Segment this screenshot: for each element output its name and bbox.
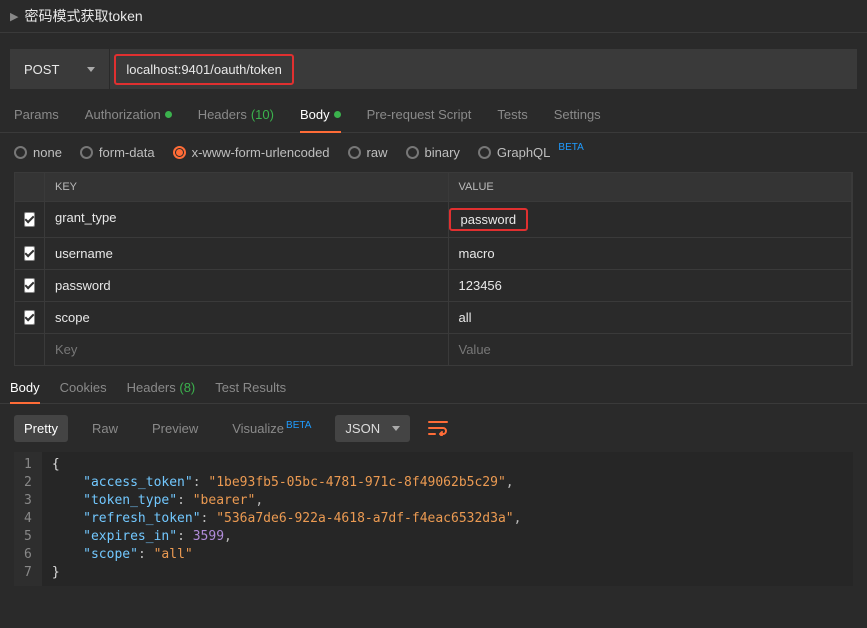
response-tabs: Body Cookies Headers (8) Test Results — [0, 366, 867, 404]
kv-value[interactable]: 123456 — [449, 270, 853, 301]
tab-body[interactable]: Body — [300, 107, 341, 132]
kv-head-key: KEY — [45, 173, 449, 201]
method-selector[interactable]: POST — [10, 49, 110, 89]
pretty-button[interactable]: Pretty — [14, 415, 68, 442]
kv-key[interactable]: grant_type — [45, 202, 449, 237]
kv-key[interactable]: username — [45, 238, 449, 269]
chevron-down-icon — [87, 67, 95, 72]
radio-urlencoded[interactable]: x-www-form-urlencoded — [173, 145, 330, 160]
response-toolbar: Pretty Raw Preview VisualizeBETA JSON — [0, 404, 867, 452]
tab-authorization[interactable]: Authorization — [85, 107, 172, 132]
radio-raw[interactable]: raw — [348, 145, 388, 160]
radio-graphql[interactable]: GraphQLBETA — [478, 145, 584, 160]
kv-value[interactable]: all — [449, 302, 853, 333]
kv-row-empty: Key Value — [15, 333, 852, 365]
kv-row: username macro — [15, 237, 852, 269]
chevron-down-icon — [392, 426, 400, 431]
caret-right-icon: ▶ — [10, 10, 18, 23]
kv-value[interactable]: macro — [449, 238, 853, 269]
request-subtabs: Params Authorization Headers (10) Body P… — [0, 89, 867, 133]
preview-button[interactable]: Preview — [142, 415, 208, 442]
kv-head-value: VALUE — [449, 173, 853, 201]
tab-title: 密码模式获取token — [24, 6, 142, 26]
kv-header: KEY VALUE — [15, 173, 852, 201]
kv-head-blank — [15, 173, 45, 201]
kv-key-placeholder[interactable]: Key — [45, 334, 449, 365]
resp-tab-cookies[interactable]: Cookies — [60, 380, 107, 403]
kv-table: KEY VALUE grant_type password username m… — [14, 172, 853, 366]
body-type-row: none form-data x-www-form-urlencoded raw… — [0, 133, 867, 172]
code-lines[interactable]: { "access_token": "1be93fb5-05bc-4781-97… — [42, 452, 532, 586]
check-icon — [25, 213, 35, 223]
check-icon — [25, 279, 35, 289]
format-selector[interactable]: JSON — [335, 415, 410, 442]
checkbox[interactable] — [24, 212, 35, 227]
tab-header: ▶ 密码模式获取token — [0, 0, 867, 33]
kv-row: scope all — [15, 301, 852, 333]
raw-button[interactable]: Raw — [82, 415, 128, 442]
resp-tab-body[interactable]: Body — [10, 380, 40, 403]
tab-params[interactable]: Params — [14, 107, 59, 132]
dot-icon — [165, 111, 172, 118]
checkbox[interactable] — [24, 278, 35, 293]
url-input[interactable]: localhost:9401/oauth/token — [110, 49, 857, 89]
method-label: POST — [24, 62, 59, 77]
tab-settings[interactable]: Settings — [554, 107, 601, 132]
response-body: 1234567 { "access_token": "1be93fb5-05bc… — [14, 452, 853, 586]
kv-row: grant_type password — [15, 201, 852, 237]
visualize-button[interactable]: VisualizeBETA — [222, 415, 321, 442]
line-gutter: 1234567 — [14, 452, 42, 586]
tab-tests[interactable]: Tests — [497, 107, 527, 132]
url-text: localhost:9401/oauth/token — [114, 54, 293, 85]
kv-value-placeholder[interactable]: Value — [449, 334, 853, 365]
kv-value[interactable]: password — [449, 202, 853, 237]
request-bar: POST localhost:9401/oauth/token — [10, 49, 857, 89]
dot-icon — [334, 111, 341, 118]
kv-key[interactable]: password — [45, 270, 449, 301]
radio-binary[interactable]: binary — [406, 145, 460, 160]
checkbox[interactable] — [24, 246, 35, 261]
wrap-lines-icon[interactable] — [424, 414, 452, 442]
radio-formdata[interactable]: form-data — [80, 145, 155, 160]
check-icon — [25, 247, 35, 257]
resp-tab-testresults[interactable]: Test Results — [215, 380, 286, 403]
resp-tab-headers[interactable]: Headers (8) — [127, 380, 196, 403]
tab-prerequest[interactable]: Pre-request Script — [367, 107, 472, 132]
kv-key[interactable]: scope — [45, 302, 449, 333]
check-icon — [25, 311, 35, 321]
checkbox[interactable] — [24, 310, 35, 325]
radio-none[interactable]: none — [14, 145, 62, 160]
tab-headers[interactable]: Headers (10) — [198, 107, 274, 132]
kv-row: password 123456 — [15, 269, 852, 301]
